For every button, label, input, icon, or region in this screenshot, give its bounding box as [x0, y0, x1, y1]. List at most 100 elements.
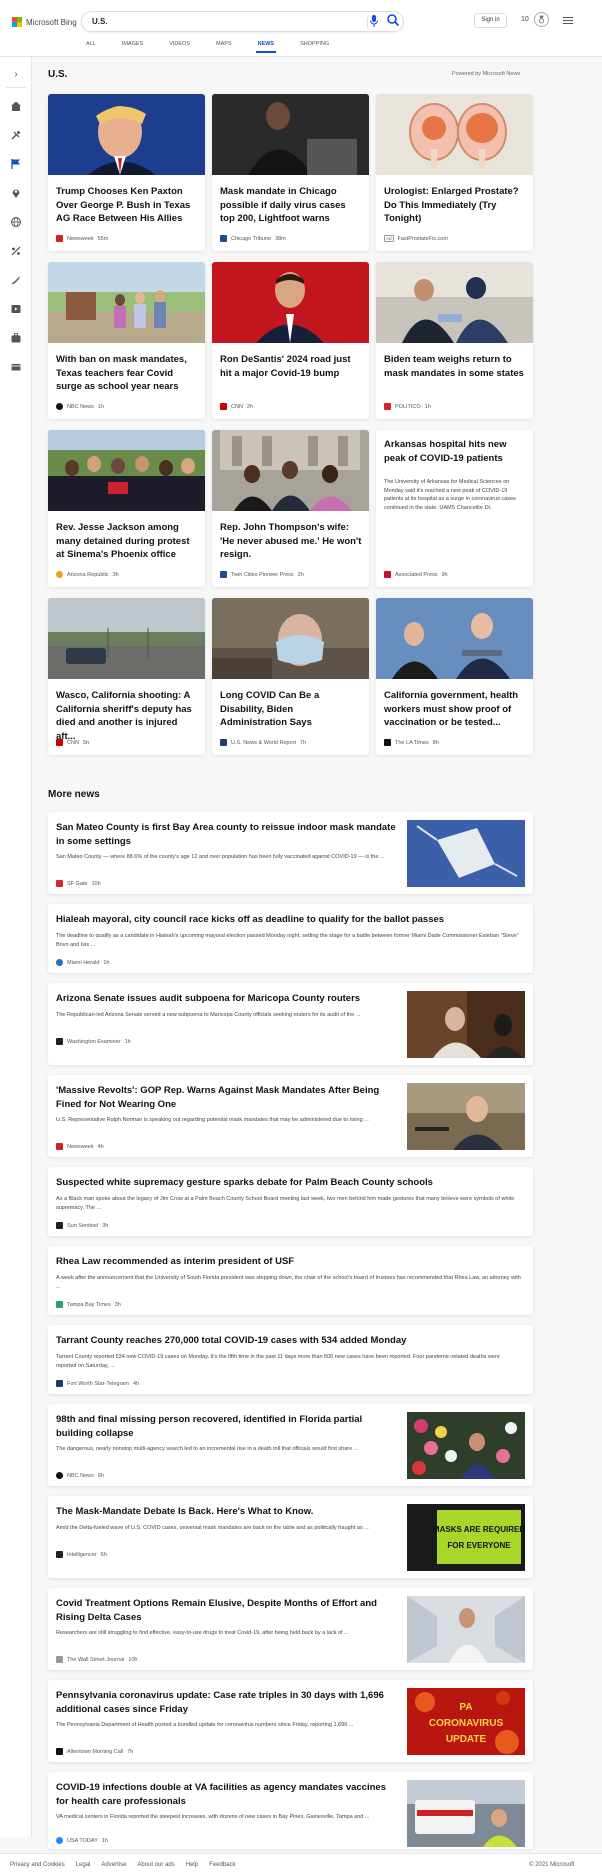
news-card[interactable]: With ban on mask mandates, Texas teacher… — [48, 262, 205, 419]
card-headline[interactable]: Rep. John Thompson's wife: 'He never abu… — [220, 521, 362, 562]
source-name: Associated Press — [395, 571, 438, 578]
news-list-item[interactable]: Pennsylvania coronavirus update: Case ra… — [48, 1680, 533, 1762]
tab-news[interactable]: NEWS — [255, 41, 276, 53]
science-icon[interactable] — [10, 245, 22, 257]
hamburger-menu-icon[interactable] — [563, 17, 573, 25]
newsweek-logo-icon — [56, 235, 63, 242]
card-headline[interactable]: Biden team weighs return to mask mandate… — [384, 353, 526, 380]
news-card[interactable]: Ron DeSantis' 2024 road just hit a major… — [212, 262, 369, 419]
card-headline[interactable]: California government, health workers mu… — [384, 689, 526, 730]
news-headline[interactable]: The Mask-Mandate Debate Is Back. Here's … — [56, 1505, 396, 1519]
publish-time: 6h — [97, 1472, 105, 1479]
footer-link-advertise[interactable]: Advertise — [101, 1862, 126, 1868]
news-headline[interactable]: 'Massive Revolts': GOP Rep. Warns Agains… — [56, 1084, 396, 1111]
news-list-item[interactable]: 'Massive Revolts': GOP Rep. Warns Agains… — [48, 1075, 533, 1157]
footer-link-feedback[interactable]: Feedback — [209, 1862, 235, 1868]
news-headline[interactable]: San Mateo County is first Bay Area count… — [56, 821, 396, 848]
news-source: Tampa Bay Times 3h — [56, 1301, 121, 1308]
wallet-icon[interactable] — [10, 361, 22, 373]
news-list-item[interactable]: Rhea Law recommended as interim presiden… — [48, 1246, 533, 1315]
tab-maps[interactable]: MAPS — [216, 41, 232, 47]
news-list-item[interactable]: San Mateo County is first Bay Area count… — [48, 812, 533, 894]
card-headline[interactable]: Long COVID Can Be a Disability, Biden Ad… — [220, 689, 362, 730]
card-headline[interactable]: Ron DeSantis' 2024 road just hit a major… — [220, 353, 362, 380]
bing-logo[interactable]: Microsoft Bing — [12, 15, 77, 29]
flag-icon[interactable] — [10, 158, 22, 170]
text-news-card[interactable]: Arkansas hospital hits new peak of COVID… — [376, 430, 533, 587]
news-headline[interactable]: Tarrant County reaches 270,000 total COV… — [56, 1334, 521, 1348]
rewards-points[interactable]: 10 — [521, 16, 529, 23]
card-headline[interactable]: With ban on mask mandates, Texas teacher… — [56, 353, 198, 394]
footer-link-privacy[interactable]: Privacy and Cookies — [10, 1862, 65, 1868]
news-thumbnail — [407, 1596, 525, 1663]
news-list-item[interactable]: COVID-19 infections double at VA facilit… — [48, 1772, 533, 1849]
news-headline[interactable]: Arizona Senate issues audit subpoena for… — [56, 992, 396, 1006]
sign-in-button[interactable]: Sign in — [474, 13, 507, 28]
card-headline[interactable]: Urologist: Enlarged Prostate? Do This Im… — [384, 185, 526, 226]
search-input[interactable]: U.S. — [92, 17, 108, 26]
news-card[interactable]: Wasco, California shooting: A California… — [48, 598, 205, 755]
news-list-item[interactable]: The Mask-Mandate Debate Is Back. Here's … — [48, 1496, 533, 1578]
ad-card[interactable]: Urologist: Enlarged Prostate? Do This Im… — [376, 94, 533, 251]
news-card[interactable]: Biden team weighs return to mask mandate… — [376, 262, 533, 419]
morning-call-logo-icon — [56, 1748, 63, 1755]
rewards-medal-icon[interactable] — [534, 12, 549, 27]
expand-chevron-icon[interactable]: › — [10, 69, 22, 81]
card-source: The LA Times 8h — [384, 739, 439, 746]
search-icon[interactable] — [386, 13, 400, 27]
news-headline[interactable]: COVID-19 infections double at VA facilit… — [56, 1781, 396, 1808]
news-list-item[interactable]: Tarrant County reaches 270,000 total COV… — [48, 1325, 533, 1394]
card-headline[interactable]: Trump Chooses Ken Paxton Over George P. … — [56, 185, 198, 226]
tab-videos[interactable]: VIDEOS — [169, 41, 190, 47]
tab-images[interactable]: IMAGES — [122, 41, 143, 47]
news-card[interactable]: Mask mandate in Chicago possible if dail… — [212, 94, 369, 251]
news-source: Newsweek 4h — [56, 1143, 104, 1150]
more-news-heading: More news — [48, 789, 100, 800]
news-headline[interactable]: Suspected white supremacy gesture sparks… — [56, 1176, 521, 1190]
briefcase-icon[interactable] — [10, 332, 22, 344]
tools-icon[interactable] — [10, 129, 22, 141]
news-snippet: Amid the Delta-fueled wave of U.S. COVID… — [56, 1525, 369, 1531]
location-pin-icon[interactable] — [10, 187, 22, 199]
card-headline[interactable]: Wasco, California shooting: A California… — [56, 689, 198, 743]
microphone-icon[interactable] — [369, 14, 379, 28]
chicago-tribune-logo-icon — [220, 235, 227, 242]
news-card[interactable]: Rep. John Thompson's wife: 'He never abu… — [212, 430, 369, 587]
search-box[interactable]: U.S. — [81, 11, 404, 32]
news-headline[interactable]: Covid Treatment Options Remain Elusive, … — [56, 1597, 396, 1624]
newsweek-logo-icon — [56, 1143, 63, 1150]
news-list-item[interactable]: 98th and final missing person recovered,… — [48, 1404, 533, 1486]
news-card[interactable]: Rev. Jesse Jackson among many detained d… — [48, 430, 205, 587]
card-headline[interactable]: Arkansas hospital hits new peak of COVID… — [384, 438, 526, 465]
news-card[interactable]: Long COVID Can Be a Disability, Biden Ad… — [212, 598, 369, 755]
footer-link-about-ads[interactable]: About our ads — [137, 1862, 174, 1868]
news-list-item[interactable]: Hialeah mayoral, city council race kicks… — [48, 904, 533, 973]
news-headline[interactable]: Rhea Law recommended as interim presiden… — [56, 1255, 521, 1269]
news-list-item[interactable]: Suspected white supremacy gesture sparks… — [48, 1167, 533, 1236]
tab-shopping[interactable]: SHOPPING — [300, 41, 329, 47]
footer-link-legal[interactable]: Legal — [76, 1862, 91, 1868]
globe-icon[interactable] — [10, 216, 22, 228]
news-headline[interactable]: 98th and final missing person recovered,… — [56, 1413, 396, 1440]
washington-examiner-logo-icon — [56, 1038, 63, 1045]
card-headline[interactable]: Mask mandate in Chicago possible if dail… — [220, 185, 362, 226]
card-headline[interactable]: Rev. Jesse Jackson among many detained d… — [56, 521, 198, 562]
footer-link-help[interactable]: Help — [186, 1862, 198, 1868]
home-icon[interactable] — [10, 100, 22, 112]
page-footer: Privacy and Cookies Legal Advertise Abou… — [0, 1853, 602, 1875]
powered-by-label[interactable]: Powered by Microsoft News — [452, 71, 520, 77]
news-list-item[interactable]: Arizona Senate issues audit subpoena for… — [48, 983, 533, 1065]
news-source: Miami Herald 1h — [56, 959, 110, 966]
card-source: Ad FastProstateFix.com — [384, 235, 448, 242]
news-headline[interactable]: Pennsylvania coronavirus update: Case ra… — [56, 1689, 396, 1716]
page-title: U.S. — [48, 69, 68, 80]
video-icon[interactable] — [10, 303, 22, 315]
publish-time: 3h — [102, 1222, 109, 1229]
news-list-item[interactable]: Covid Treatment Options Remain Elusive, … — [48, 1588, 533, 1670]
news-card[interactable]: Trump Chooses Ken Paxton Over George P. … — [48, 94, 205, 251]
card-source: U.S. News & World Report 7h — [220, 739, 306, 746]
news-card[interactable]: California government, health workers mu… — [376, 598, 533, 755]
rocket-icon[interactable] — [10, 274, 22, 286]
news-headline[interactable]: Hialeah mayoral, city council race kicks… — [56, 913, 521, 927]
tab-all[interactable]: ALL — [86, 41, 96, 47]
